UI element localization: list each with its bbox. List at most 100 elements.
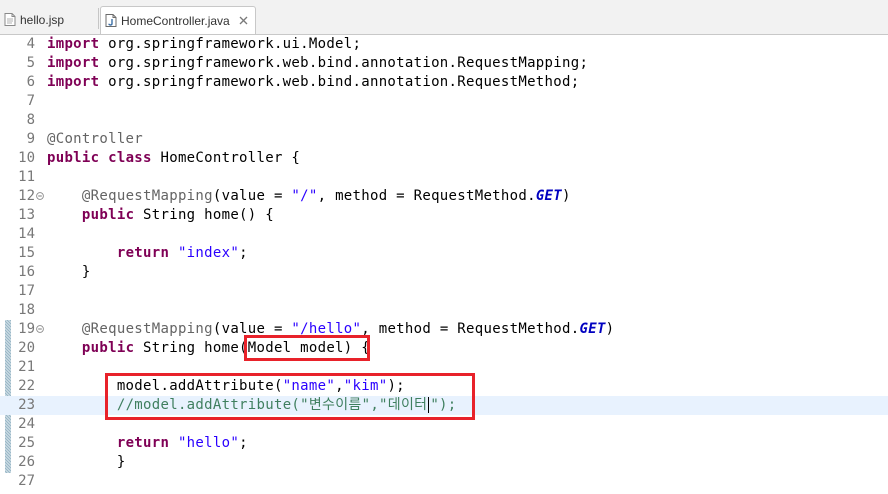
line-number: 4: [26, 36, 35, 52]
line-number: 10: [18, 150, 35, 166]
code-line[interactable]: 26 }: [0, 453, 888, 472]
code-token: HomeController {: [151, 150, 301, 166]
code-line[interactable]: 23 //model.addAttribute("변수이름","데이터 ");: [0, 396, 888, 415]
code-line[interactable]: 21: [0, 358, 888, 377]
code-line[interactable]: 12 @RequestMapping(value = "/", method =…: [0, 187, 888, 206]
code-line[interactable]: 7: [0, 92, 888, 111]
code-token: public: [81, 207, 135, 223]
tab-home-controller-label: HomeController.java: [121, 13, 230, 28]
tab-home-controller-java[interactable]: HomeController.java: [100, 6, 256, 34]
code-token: "hello": [177, 435, 240, 451]
fold-collapse-icon[interactable]: [36, 192, 44, 200]
eclipse-editor-window: hello.jsp HomeController.java 4 import o…: [0, 0, 888, 494]
code-token: "/hello": [291, 321, 362, 337]
code-editor[interactable]: 4 import org.springframework.ui.Model; 5 im…: [0, 35, 888, 494]
code-line[interactable]: 27: [0, 472, 888, 491]
line-number: 27: [18, 473, 35, 489]
code-token: import: [47, 36, 100, 52]
code-line[interactable]: 13 public String home() {: [0, 206, 888, 225]
code-token: "kim": [343, 378, 388, 394]
line-number: 16: [18, 264, 35, 280]
code-line[interactable]: 17: [0, 282, 888, 301]
code-line[interactable]: 18: [0, 301, 888, 320]
code-line[interactable]: 14: [0, 225, 888, 244]
code-token: , method = RequestMethod.: [361, 321, 580, 337]
close-icon[interactable]: [238, 15, 250, 27]
code-line[interactable]: 9 @Controller: [0, 130, 888, 149]
code-text: import org.springframework.ui.Model;: [47, 35, 361, 54]
code-line[interactable]: 5 import org.springframework.web.bind.ann…: [0, 54, 888, 73]
code-token: }: [47, 454, 126, 470]
code-line[interactable]: 6 import org.springframework.web.bind.ann…: [0, 73, 888, 92]
code-token: model.addAttribute(: [47, 378, 283, 394]
line-number: 11: [18, 169, 35, 185]
code-line[interactable]: 8: [0, 111, 888, 130]
tab-hello-jsp-label: hello.jsp: [20, 12, 65, 27]
line-number: 20: [18, 340, 35, 356]
java-file-icon: [105, 14, 117, 27]
code-line[interactable]: 15 return "index";: [0, 244, 888, 263]
code-token: );: [387, 378, 405, 394]
code-token: class: [108, 150, 152, 166]
code-token: public: [81, 340, 135, 356]
line-number: 6: [26, 74, 35, 90]
code-token: org.springframework.ui.Model;: [99, 36, 362, 52]
code-text: return "hello";: [47, 434, 248, 453]
code-text: }: [47, 263, 91, 282]
code-token: (value =: [212, 321, 292, 337]
line-number: 24: [18, 416, 35, 432]
code-token: ");: [430, 397, 457, 413]
line-number: 8: [26, 112, 35, 128]
code-line[interactable]: 20 public String home(Model model) {: [0, 339, 888, 358]
code-text: @RequestMapping(value = "/", method = Re…: [47, 187, 571, 206]
code-token: String home(Model model) {: [134, 340, 370, 356]
code-line[interactable]: 24: [0, 415, 888, 434]
code-token: ,: [335, 378, 344, 394]
code-token: public: [47, 150, 100, 166]
code-line[interactable]: 16 }: [0, 263, 888, 282]
code-line[interactable]: 22 model.addAttribute("name","kim");: [0, 377, 888, 396]
line-number: 23: [18, 397, 35, 413]
code-text: @Controller: [47, 130, 143, 149]
line-number: 9: [26, 131, 35, 147]
fold-collapse-icon[interactable]: [36, 325, 44, 333]
code-line[interactable]: 25 return "hello";: [0, 434, 888, 453]
code-token: return: [116, 435, 170, 451]
code-token: "name": [282, 378, 336, 394]
line-number: 25: [18, 435, 35, 451]
code-token: "/": [291, 188, 318, 204]
code-token: ): [562, 188, 571, 204]
code-line[interactable]: 19 @RequestMapping(value = "/hello", met…: [0, 320, 888, 339]
line-number: 12: [18, 188, 35, 204]
line-number: 21: [18, 359, 35, 375]
code-token: org.springframework.web.bind.annotation.…: [99, 55, 589, 71]
line-number: 18: [18, 302, 35, 318]
code-token: return: [116, 245, 170, 261]
code-text: public class HomeController {: [47, 149, 300, 168]
code-line[interactable]: 4 import org.springframework.ui.Model;: [0, 35, 888, 54]
line-number: 26: [18, 454, 35, 470]
code-token: String home() {: [134, 207, 274, 223]
code-text: import org.springframework.web.bind.anno…: [47, 54, 588, 73]
tab-hello-jsp[interactable]: hello.jsp: [0, 6, 99, 33]
code-line[interactable]: 10 public class HomeController {: [0, 149, 888, 168]
code-token: org.springframework.web.bind.annotation.…: [99, 74, 580, 90]
line-number: 13: [18, 207, 35, 223]
code-text: public String home() {: [47, 206, 274, 225]
code-token: , method = RequestMethod.: [317, 188, 536, 204]
line-number: 15: [18, 245, 35, 261]
code-token: (value =: [212, 188, 292, 204]
code-token: import: [47, 55, 100, 71]
code-token: @RequestMapping: [81, 188, 213, 204]
code-text: }: [47, 453, 126, 472]
jsp-file-icon: [4, 13, 16, 26]
line-number: 22: [18, 378, 35, 394]
code-text: //model.addAttribute("변수이름","데이터 ");: [47, 396, 457, 415]
code-line[interactable]: 11: [0, 168, 888, 187]
